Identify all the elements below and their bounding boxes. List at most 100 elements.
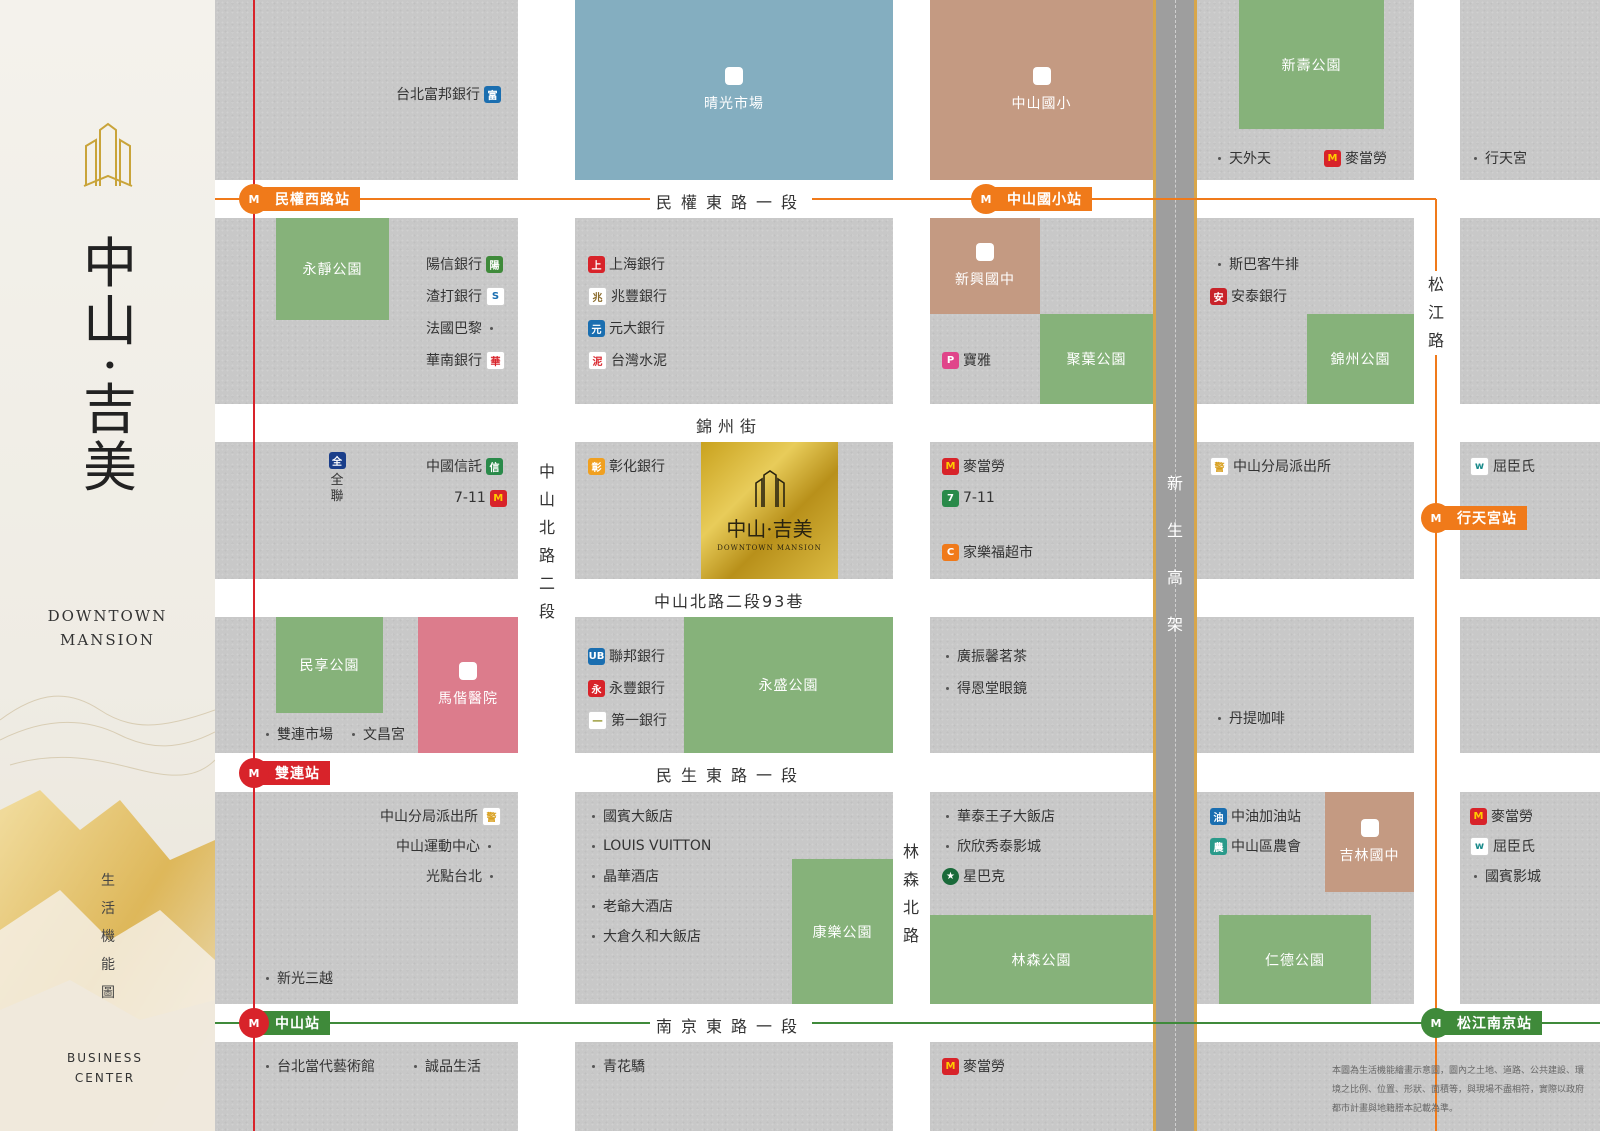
road-xinsheng: 新生高架 xyxy=(1166,474,1183,634)
poi-ambassador-theater[interactable]: 國賓影城 xyxy=(1466,866,1541,886)
poi-entie-bank[interactable]: 安安泰銀行 xyxy=(1206,286,1287,306)
poi-xingtiangong[interactable]: 行天宮 xyxy=(1466,148,1527,168)
mcdonalds-icon: M xyxy=(1324,149,1341,167)
poi-tianwaitian[interactable]: 天外天 xyxy=(1210,148,1271,168)
sinopac-bank-icon: 永 xyxy=(588,679,605,697)
pxmart-icon: 全 xyxy=(328,452,346,469)
mcdonalds-icon: M xyxy=(1470,807,1487,825)
poi-shanghai-bank[interactable]: 上上海銀行 xyxy=(584,254,665,274)
poi-watsons[interactable]: w 屈臣氏 xyxy=(1466,456,1535,476)
poi-shuanglian-market[interactable]: 雙連市場 xyxy=(258,724,333,744)
poi-sunny-bank[interactable]: 陽信銀行陽 xyxy=(426,254,507,274)
poi-sports-center[interactable]: 中山運動中心 xyxy=(396,836,499,856)
seven-eleven-icon: 7 xyxy=(942,489,959,507)
watsons-icon: w xyxy=(1470,836,1489,856)
poi-landis-hotel[interactable]: 老爺大酒店 xyxy=(584,896,673,916)
station-minquan-west[interactable]: M 民權西路站 xyxy=(239,184,360,214)
map-subtitle: 生 活 機 能 圖 xyxy=(101,873,115,1001)
poi-yuanta-bank[interactable]: 元元大銀行 xyxy=(584,318,665,338)
road-linsen-n: 林森北路 xyxy=(901,838,921,950)
entie-bank-icon: 安 xyxy=(1210,287,1227,305)
poi-taiwan-cement[interactable]: 泥台灣水泥 xyxy=(584,350,667,370)
poi-starbucks[interactable]: ★ 星巴克 xyxy=(938,866,1005,886)
poi-ubot-bank[interactable]: UB 聯邦銀行 xyxy=(584,646,665,666)
mrt-icon: M xyxy=(1421,503,1451,533)
station-zhongshan[interactable]: M 中山站 xyxy=(239,1008,330,1038)
poi-regent-hotel[interactable]: 晶華酒店 xyxy=(584,866,659,886)
station-shuanglian[interactable]: M 雙連站 xyxy=(239,758,330,788)
poi-mega-bank[interactable]: 兆兆豐銀行 xyxy=(584,286,667,306)
gas-station-icon: 油 xyxy=(1210,807,1227,825)
police-icon: 警 xyxy=(1210,456,1229,476)
sunny-bank-icon: 陽 xyxy=(486,255,503,273)
poi-shin-kong-mitsukoshi[interactable]: 新光三越 xyxy=(258,968,333,988)
station-xingtian-temple[interactable]: M 行天宮站 xyxy=(1421,503,1527,533)
poi-farmers-association[interactable]: 農中山區農會 xyxy=(1206,836,1301,856)
poi-steakhouse[interactable]: 斯巴客牛排 xyxy=(1210,254,1299,274)
poi-tea-shop[interactable]: 廣振馨茗茶 xyxy=(938,646,1027,666)
poi-palais-hotel[interactable]: 華泰王子大飯店 xyxy=(938,806,1055,826)
station-zhongshan-elementary[interactable]: M 中山國小站 xyxy=(971,184,1092,214)
poi-paris-baguette[interactable]: 法國巴黎 xyxy=(426,318,501,338)
business-center-label: BUSINESS CENTER xyxy=(67,1051,143,1085)
mrt-icon: M xyxy=(239,758,269,788)
first-bank-icon: 一 xyxy=(588,710,607,730)
poi-police-station-s[interactable]: 中山分局派出所警 xyxy=(380,806,505,826)
poi-ambassador-hotel[interactable]: 國賓大飯店 xyxy=(584,806,673,826)
poi-dante-coffee[interactable]: 丹提咖啡 xyxy=(1210,708,1285,728)
police-icon: 警 xyxy=(482,806,501,826)
poi-eslite[interactable]: 誠品生活 xyxy=(406,1056,481,1076)
poi-okura-hotel[interactable]: 大倉久和大飯店 xyxy=(584,926,701,946)
poi-mcdonalds-3[interactable]: M 麥當勞 xyxy=(1466,806,1533,826)
poi-seven-eleven-w[interactable]: 7-11 M xyxy=(454,488,511,508)
poi-qinghua[interactable]: 青花驕 xyxy=(584,1056,645,1076)
shanghai-bank-icon: 上 xyxy=(588,255,605,273)
mrt-icon: M xyxy=(971,184,1001,214)
project-english-title: DOWNTOWN MANSION xyxy=(47,607,168,649)
mrt-lines xyxy=(215,0,1600,1131)
poi-pxmart[interactable]: 全 全聯 xyxy=(326,450,348,505)
poi-first-bank[interactable]: 一第一銀行 xyxy=(584,710,667,730)
road-nanjing-e: 南京東路一段 xyxy=(650,1013,813,1037)
poi-carrefour[interactable]: C 家樂福超市 xyxy=(938,542,1033,562)
mrt-icon: M xyxy=(239,184,269,214)
disclaimer: 本圖為生活機能繪畫示意圖，圖內之土地、道路、公共建設、環境之比例、位置、形狀、面… xyxy=(1332,1066,1585,1114)
starbucks-icon: ★ xyxy=(942,867,959,885)
poi-wenchang-temple[interactable]: 文昌宮 xyxy=(344,724,405,744)
road-minquan-e: 民權東路一段 xyxy=(650,189,813,213)
poi-mcdonalds-2[interactable]: M 麥當勞 xyxy=(938,456,1005,476)
building-logo-icon xyxy=(83,122,133,187)
poi-poya[interactable]: P 寶雅 xyxy=(938,350,991,370)
poi-changhwa-bank[interactable]: 彰彰化銀行 xyxy=(584,456,665,476)
farmers-icon: 農 xyxy=(1210,837,1227,855)
mcdonalds-icon: M xyxy=(489,489,507,507)
poi-police-station-n[interactable]: 警中山分局派出所 xyxy=(1206,456,1331,476)
sc-bank-icon: S xyxy=(486,286,505,306)
poi-louis-vuitton[interactable]: LOUIS VUITTON xyxy=(584,836,711,856)
fubon-logo-icon: 富 xyxy=(484,85,501,103)
poi-moca-taipei[interactable]: 台北當代藝術館 xyxy=(258,1056,375,1076)
poi-seven-eleven-e[interactable]: 7 7-11 xyxy=(938,488,995,508)
station-songjiang-nanjing[interactable]: M 松江南京站 xyxy=(1421,1008,1542,1038)
poi-spot-taipei[interactable]: 光點台北 xyxy=(426,866,501,886)
tcc-icon: 泥 xyxy=(588,350,607,370)
carrefour-icon: C xyxy=(942,543,959,561)
poi-optical[interactable]: 得恩堂眼鏡 xyxy=(938,678,1027,698)
mcdonalds-icon: M xyxy=(942,1057,959,1075)
poi-huanan-bank[interactable]: 華南銀行華 xyxy=(426,350,509,370)
poi-ctbc[interactable]: 中國信託信 xyxy=(426,456,507,476)
mega-bank-icon: 兆 xyxy=(588,286,607,306)
huanan-bank-icon: 華 xyxy=(486,350,505,370)
road-jinzhou: 錦州街 xyxy=(690,413,769,437)
poi-cpc-gas-station[interactable]: 油中油加油站 xyxy=(1206,806,1301,826)
poi-mcdonalds[interactable]: M 麥當勞 xyxy=(1320,148,1387,168)
poi-showtime-cinema[interactable]: 欣欣秀泰影城 xyxy=(938,836,1041,856)
poi-watsons-2[interactable]: w 屈臣氏 xyxy=(1466,836,1535,856)
poi-fubon-bank[interactable]: 台北富邦銀行富 xyxy=(396,84,505,104)
poi-standard-chartered[interactable]: 渣打銀行 S xyxy=(426,286,509,306)
road-songjiang: 松江路 xyxy=(1426,271,1446,355)
yuanta-bank-icon: 元 xyxy=(588,319,605,337)
poi-sinopac-bank[interactable]: 永永豐銀行 xyxy=(584,678,665,698)
poi-mcdonalds-4[interactable]: M 麥當勞 xyxy=(938,1056,1005,1076)
project-title: 中 山 · 吉 美 xyxy=(83,232,137,499)
